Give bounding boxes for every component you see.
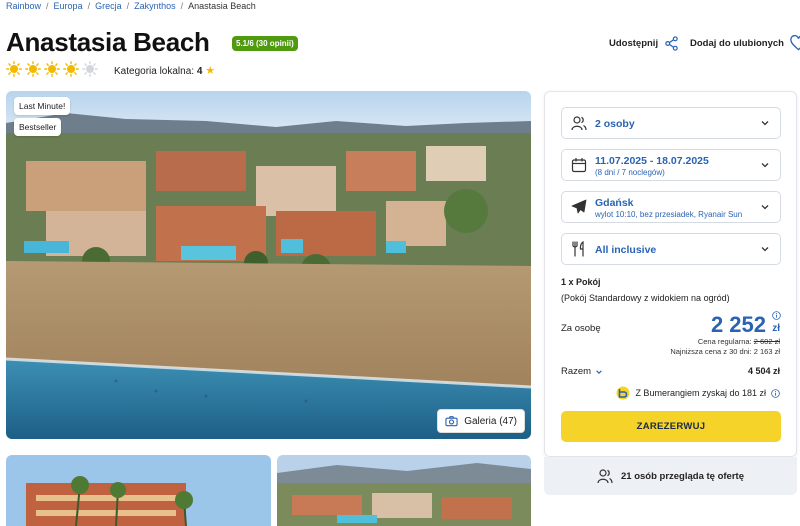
bestseller-tag: Bestseller [14,118,62,136]
calendar-icon [571,158,587,173]
share-icon [665,36,678,51]
sun-icon [44,61,60,77]
guests-selector[interactable]: 2 osoby [561,107,781,139]
breadcrumb-current: Anastasia Beach [188,1,256,11]
category-label: Kategoria lokalna: [114,66,195,77]
hotel-title: Anastasia Beach [6,27,210,57]
sun-icon [25,61,41,77]
sun-icon [6,61,22,77]
category-value: 4 [196,66,203,77]
rating-badge[interactable]: 5.1/6 (30 opinii) [232,36,298,51]
cutlery-icon [572,241,584,257]
viewers-text: 21 osób przegląda tę ofertę [620,470,744,482]
plane-icon [571,199,587,214]
photo-thumbnail[interactable] [277,455,531,526]
total-toggle[interactable]: Razem [561,366,603,377]
share-label: Udostępnij [609,38,659,49]
breadcrumb-separator: / [87,1,91,11]
camera-icon [445,416,458,427]
sun-empty-icon [82,61,98,77]
bumerang-logo-icon [616,386,630,400]
booking-panel: 2 osoby 11.07.2025 - 18.07.2025 (8 dni /… [544,91,797,457]
dates-value: 11.07.2025 - 18.07.2025 [595,155,709,167]
breadcrumb-link-grecja[interactable]: Grecja [95,1,122,11]
guests-value: 2 osoby [595,118,635,130]
breadcrumb-link-europa[interactable]: Europa [54,1,83,11]
chevron-down-icon [761,247,769,252]
bumerang-info: Z Bumerangiem zyskaj do 181 zł [616,386,780,400]
gallery-label: Galeria (47) [464,415,517,427]
regular-price-label: Cena regularna: [697,337,752,346]
regular-price: Cena regularna: 2 602 zł [698,337,780,346]
dates-nights: (8 dni / 7 noclegów) [595,168,665,177]
lowest-price-value: 2 163 zł [753,347,780,356]
price-currency: zł [772,323,780,334]
departure-selector[interactable]: Gdańsk wylot 10:10, bez przesiadek, Ryan… [561,191,781,223]
departure-city: Gdańsk [595,197,634,209]
resort-aerial-photo [277,455,531,526]
breadcrumb-link-zakynthos[interactable]: Zakynthos [134,1,176,11]
star-icon: ★ [205,65,216,77]
sun-icon [63,61,79,77]
breadcrumb: Rainbow / Europa / Grecja / Zakynthos / … [6,1,256,11]
breadcrumb-separator: / [180,1,184,11]
bumerang-text: Z Bumerangiem zyskaj do 181 zł [635,388,766,398]
gallery-button[interactable]: Galeria (47) [437,409,525,433]
dates-selector[interactable]: 11.07.2025 - 18.07.2025 (8 dni / 7 nocle… [561,149,781,181]
heart-icon [790,35,800,51]
price-per-person: 2 252 [710,312,766,337]
chevron-down-icon [761,205,769,210]
reserve-button[interactable]: ZAREZERWUJ [561,411,781,442]
people-icon [597,469,613,484]
total-price: 4 504 zł [747,366,780,376]
room-type: (Pokój Standardowy z widokiem na ogród) [561,293,730,303]
info-icon[interactable] [772,311,781,320]
chevron-down-icon [761,163,769,168]
last-minute-tag: Last Minute! [14,97,71,115]
main-photo[interactable]: Last Minute! Bestseller Galeria (47) [6,91,531,439]
favorite-label: Dodaj do ulubionych [690,37,784,49]
departure-details: wylot 10:10, bez przesiadek, Ryanair Sun [595,210,743,219]
breadcrumb-separator: / [126,1,130,11]
info-icon[interactable] [771,388,780,398]
chevron-down-icon [596,369,602,374]
viewers-notice: 21 osób przegląda tę ofertę [544,457,797,495]
breadcrumb-link-rainbow[interactable]: Rainbow [6,1,41,11]
board-value: All inclusive [595,244,657,256]
people-icon [571,116,587,131]
lowest-price-label: Najniższa cena z 30 dni: [670,347,752,356]
per-person-label: Za osobę [561,323,601,334]
sun-rating [6,61,98,77]
local-category: Kategoria lokalna: 4 ★ [114,64,215,77]
lowest-price: Najniższa cena z 30 dni: 2 163 zł [670,347,780,356]
total-label: Razem [561,366,592,377]
hotel-building-photo [6,455,271,526]
room-count: 1 x Pokój [561,277,601,287]
board-selector[interactable]: All inclusive [561,233,781,265]
chevron-down-icon [761,121,769,126]
regular-price-value: 2 602 zł [753,337,780,346]
photo-thumbnail[interactable] [6,455,271,526]
breadcrumb-separator: / [46,1,49,11]
favorite-button[interactable]: Dodaj do ulubionych [690,35,800,51]
share-button[interactable]: Udostępnij [609,36,679,51]
resort-photo [6,91,531,439]
